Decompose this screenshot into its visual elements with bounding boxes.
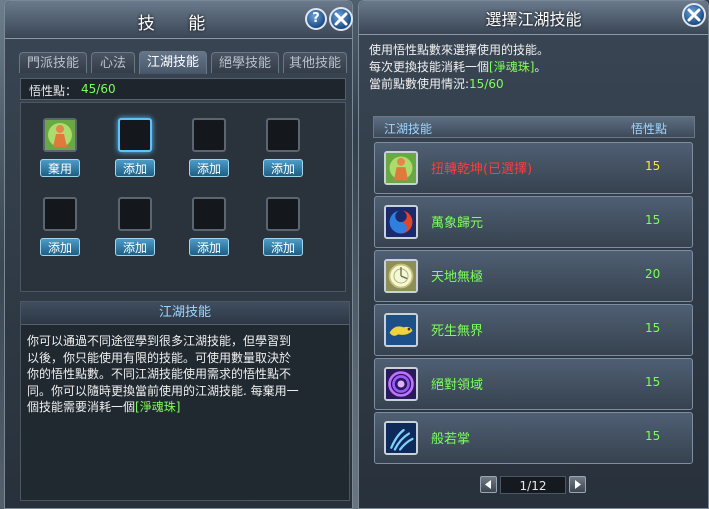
info-line: 當前點數使用情況:15/60 <box>369 76 699 93</box>
skill-slot-2[interactable] <box>118 118 152 152</box>
description-text: 你可以通過不同途徑學到很多江湖技能，但學習到 以後，你只能使用有限的技能。可使用… <box>27 333 347 416</box>
insight-points-value: 45/60 <box>81 82 116 96</box>
skill-slot-8[interactable] <box>266 197 300 231</box>
skill-points: 15 <box>645 213 661 227</box>
page-indicator: 1/12 <box>500 476 566 494</box>
description-line: 以後，你只能使用有限的技能。可使用數量取決於 <box>27 350 292 365</box>
help-button[interactable]: ? <box>305 8 327 30</box>
arrow-left-icon <box>485 480 491 489</box>
select-skill-window: 選擇江湖技能 使用悟性點數來選擇使用的技能。 每次更換技能消耗一個[淨魂珠]。 … <box>358 0 709 509</box>
select-skill-info: 使用悟性點數來選擇使用的技能。 每次更換技能消耗一個[淨魂珠]。 當前點數使用情… <box>369 42 699 93</box>
skills-window-titlebar[interactable]: 技 能 <box>5 1 352 39</box>
close-icon <box>687 8 701 22</box>
swirl-red-blue-icon <box>384 205 418 239</box>
description-line: 個技能需要消耗一個[淨魂珠] <box>27 399 347 416</box>
insight-points-label: 悟性點： <box>29 84 78 98</box>
description-line: 同。你可以隨時更換當前使用的江湖技能. 每棄用一 <box>27 383 299 398</box>
skill-name: 扭轉乾坤(已選擇) <box>431 162 533 177</box>
description-line-text: 個技能需要消耗一個 <box>27 400 136 414</box>
add-skill-button[interactable]: 添加 <box>189 238 229 256</box>
skill-row[interactable]: 死生無界 15 <box>374 304 693 356</box>
add-skill-button[interactable]: 添加 <box>40 238 80 256</box>
purple-vortex-icon <box>384 367 418 401</box>
skill-name: 死生無界 <box>431 324 484 339</box>
blue-claw-icon <box>384 421 418 455</box>
monk-skill-icon <box>45 120 75 150</box>
skills-window: 技 能 ? 門派技能 心法 江湖技能 絕學技能 其他技能 悟性點： 45/60 … <box>4 0 353 509</box>
column-skill-name: 江湖技能 <box>384 122 433 136</box>
skill-slot-4[interactable] <box>266 118 300 152</box>
description-panel: 江湖技能 你可以通過不同途徑學到很多江湖技能，但學習到 以後，你只能使用有限的技… <box>20 301 350 501</box>
skill-points: 20 <box>645 267 661 281</box>
skill-slot-6[interactable] <box>118 197 152 231</box>
skill-list-header: 江湖技能 悟性點 <box>373 116 695 138</box>
tab-mind-method[interactable]: 心法 <box>91 52 135 73</box>
skill-row[interactable]: 扭轉乾坤(已選擇) 15 <box>374 142 693 194</box>
skill-slot-grid: 棄用 添加 添加 添加 添加 添加 添加 添加 <box>20 102 346 292</box>
skill-slot-5[interactable] <box>43 197 77 231</box>
golden-dragon-icon <box>384 313 418 347</box>
add-skill-button[interactable]: 添加 <box>263 238 303 256</box>
skill-name: 絕對領域 <box>431 378 484 393</box>
skill-slot-7[interactable] <box>192 197 226 231</box>
add-skill-button[interactable]: 添加 <box>189 159 229 177</box>
select-skill-title: 選擇江湖技能 <box>485 10 582 29</box>
skill-slot-1[interactable] <box>43 118 77 152</box>
tab-ultimate-skills[interactable]: 絕學技能 <box>211 52 279 73</box>
skill-points: 15 <box>645 321 661 335</box>
monk-skill-icon <box>384 151 418 185</box>
tab-jianghu-skills[interactable]: 江湖技能 <box>139 51 207 74</box>
arrow-right-icon <box>575 480 581 489</box>
tab-sect-skills[interactable]: 門派技能 <box>19 52 87 73</box>
skill-slot-3[interactable] <box>192 118 226 152</box>
info-line: 每次更換技能消耗一個[淨魂珠]。 <box>369 59 699 76</box>
select-skill-titlebar[interactable]: 選擇江湖技能 <box>359 1 708 35</box>
soul-pearl-item-link[interactable]: [淨魂珠] <box>489 60 534 74</box>
skill-row[interactable]: 般若掌 15 <box>374 412 693 464</box>
tab-other-skills[interactable]: 其他技能 <box>283 52 347 73</box>
add-skill-button[interactable]: 添加 <box>263 159 303 177</box>
skill-row[interactable]: 天地無極 20 <box>374 250 693 302</box>
skill-name: 萬象歸元 <box>431 216 484 231</box>
skills-window-title: 技 能 <box>137 14 220 34</box>
discard-skill-button[interactable]: 棄用 <box>40 159 80 177</box>
info-line-text: 當前點數使用情況: <box>369 77 470 91</box>
skill-name: 般若掌 <box>431 432 471 447</box>
info-line-text: 。 <box>534 60 547 74</box>
description-line: 你可以通過不同途徑學到很多江湖技能，但學習到 <box>27 334 292 348</box>
skill-name: 天地無極 <box>431 270 484 285</box>
skill-points: 15 <box>645 159 661 173</box>
description-line: 你的悟性點數。不同江湖技能使用需求的悟性點不 <box>27 367 292 381</box>
skill-points: 15 <box>645 375 661 389</box>
close-button[interactable] <box>682 3 706 27</box>
info-line: 使用悟性點數來選擇使用的技能。 <box>369 43 550 57</box>
skill-points: 15 <box>645 429 661 443</box>
info-line-text: 每次更換技能消耗一個 <box>369 60 490 74</box>
clock-disc-icon <box>384 259 418 293</box>
close-icon <box>334 12 348 26</box>
insight-points-bar: 悟性點： 45/60 <box>20 78 346 100</box>
column-points: 悟性點 <box>631 122 668 136</box>
close-button[interactable] <box>329 7 353 31</box>
next-page-button[interactable] <box>569 476 586 493</box>
add-skill-button[interactable]: 添加 <box>115 159 155 177</box>
add-skill-button[interactable]: 添加 <box>115 238 155 256</box>
description-header: 江湖技能 <box>21 302 349 325</box>
used-points-value: 15/60 <box>469 77 504 91</box>
skill-row[interactable]: 絕對領域 15 <box>374 358 693 410</box>
skill-row[interactable]: 萬象歸元 15 <box>374 196 693 248</box>
soul-pearl-item-link[interactable]: [淨魂珠] <box>135 400 180 414</box>
prev-page-button[interactable] <box>480 476 497 493</box>
